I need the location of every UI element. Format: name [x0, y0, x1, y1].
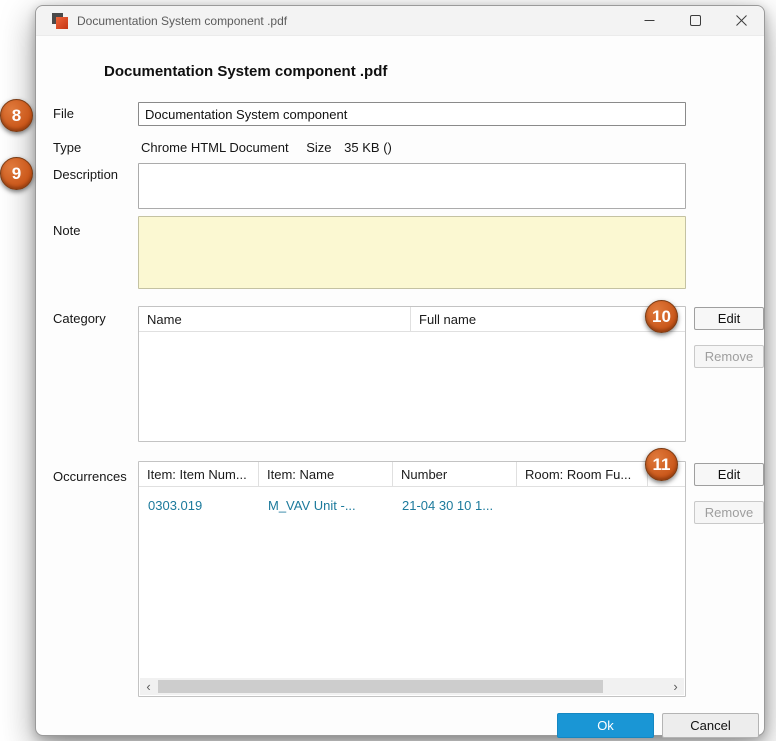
category-column-fullname[interactable]: Full name [411, 307, 685, 331]
category-edit-button[interactable]: Edit [694, 307, 764, 330]
category-table-header: Name Full name [139, 307, 685, 332]
size-label: Size [306, 140, 331, 155]
app-icon-front-square [56, 17, 68, 29]
annotation-badge-9: 9 [0, 157, 33, 190]
description-label: Description [53, 167, 118, 182]
occurrences-table[interactable]: Item: Item Num... Item: Name Number Room… [138, 461, 686, 697]
horizontal-scrollbar[interactable]: ‹ › [140, 678, 684, 695]
category-column-name[interactable]: Name [139, 307, 411, 331]
occurrences-edit-button[interactable]: Edit [694, 463, 764, 486]
window-controls [626, 6, 764, 35]
ok-button[interactable]: Ok [557, 713, 654, 738]
type-value: Chrome HTML Document [141, 140, 289, 155]
type-label: Type [53, 140, 81, 155]
window-title: Documentation System component .pdf [77, 14, 287, 28]
occurrences-column-room[interactable]: Room: Room Fu... [517, 462, 648, 486]
properties-dialog: Documentation System component .pdf Docu… [35, 5, 765, 736]
maximize-icon[interactable] [672, 6, 718, 35]
category-remove-button[interactable]: Remove [694, 345, 764, 368]
file-input[interactable] [138, 102, 686, 126]
close-icon[interactable] [718, 6, 764, 35]
app-icon [52, 13, 68, 29]
occurrences-remove-button[interactable]: Remove [694, 501, 764, 524]
annotation-badge-8: 8 [0, 99, 33, 132]
scroll-right-icon[interactable]: › [667, 678, 684, 695]
titlebar[interactable]: Documentation System component .pdf [36, 6, 764, 36]
note-label: Note [53, 223, 80, 238]
minimize-icon[interactable] [626, 6, 672, 35]
category-label: Category [53, 311, 106, 326]
cancel-button[interactable]: Cancel [662, 713, 759, 738]
occurrence-row[interactable]: 0303.019 M_VAV Unit -... 21-04 30 10 1..… [139, 494, 685, 516]
occurrence-cell-item-name: M_VAV Unit -... [259, 498, 393, 513]
scrollbar-thumb[interactable] [158, 680, 603, 693]
occurrences-column-item-number[interactable]: Item: Item Num... [139, 462, 259, 486]
screenshot-stage: Documentation System component .pdf Docu… [0, 0, 776, 741]
occurrence-cell-item-number: 0303.019 [139, 498, 259, 513]
occurrence-cell-number: 21-04 30 10 1... [393, 498, 517, 513]
annotation-badge-10: 10 [645, 300, 678, 333]
note-textarea[interactable] [138, 216, 686, 289]
occurrences-table-header: Item: Item Num... Item: Name Number Room… [139, 462, 685, 487]
file-label: File [53, 106, 74, 121]
category-table[interactable]: Name Full name [138, 306, 686, 442]
dialog-heading: Documentation System component .pdf [104, 63, 387, 80]
occurrences-label: Occurrences [53, 469, 127, 484]
size-value: 35 KB () [344, 140, 392, 155]
scroll-left-icon[interactable]: ‹ [140, 678, 157, 695]
occurrences-column-item-name[interactable]: Item: Name [259, 462, 393, 486]
annotation-badge-11: 11 [645, 448, 678, 481]
type-value-row: Chrome HTML Document Size 35 KB () [141, 140, 392, 155]
description-textarea[interactable] [138, 163, 686, 209]
occurrences-column-number[interactable]: Number [393, 462, 517, 486]
